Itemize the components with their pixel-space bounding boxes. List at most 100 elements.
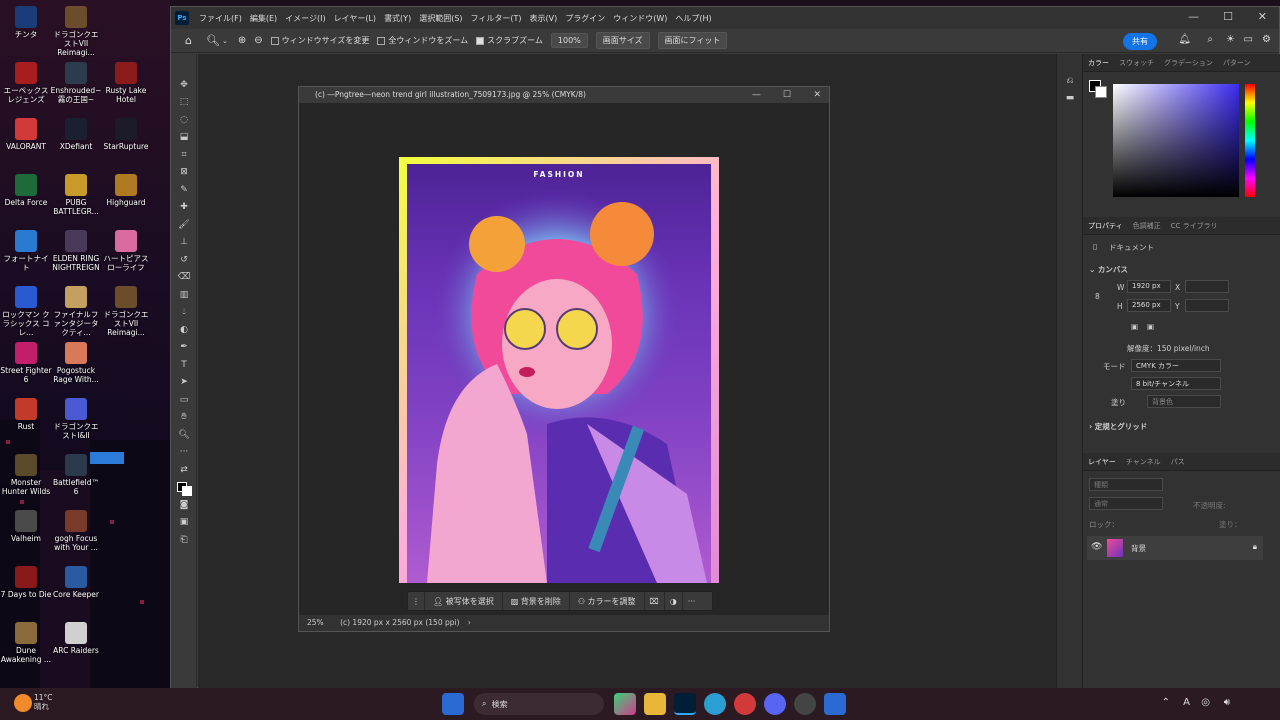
menu-edit[interactable]: 編集(E) [246,13,281,24]
folder-icon[interactable] [644,693,666,715]
desktop-icon[interactable]: Pogostuck Rage With... [50,342,102,384]
select-subject-button[interactable]: 👤︎ 被写体を選択 [425,592,503,610]
home-icon[interactable]: ⌂ [185,34,192,47]
quick-mask-icon[interactable]: ◙ [171,496,197,514]
share-button[interactable]: 共有 [1123,33,1157,50]
tab-swatches[interactable]: スウォッチ [1114,58,1159,68]
stamp-tool-icon[interactable]: ⊥ [171,234,197,252]
maximize-icon[interactable]: ☐ [1223,10,1233,23]
desktop-icon[interactable]: ドラゴンクエストVII Reimagi... [50,6,102,57]
menu-image[interactable]: イメージ(I) [281,13,329,24]
drag-handle-icon[interactable]: ⋮ [408,592,425,610]
photoshop-taskbar-icon[interactable] [674,693,696,715]
desktop-icon[interactable]: gogh Focus with Your ... [50,510,102,552]
copilot-icon[interactable] [614,693,636,715]
menu-layer[interactable]: レイヤー(L) [330,13,380,24]
color-swatches-icon[interactable] [171,479,197,497]
tab-adjustments[interactable]: 色調補正 [1128,221,1166,231]
artwork-canvas[interactable]: FASHION [399,157,719,583]
chevron-right-icon[interactable]: › [468,618,471,627]
start-icon[interactable] [442,693,464,715]
eyedropper-tool-icon[interactable]: ✎ [171,181,197,199]
desktop-icon[interactable]: PUBG BATTLEGR... [50,174,102,216]
path-select-tool-icon[interactable]: ➤ [171,374,197,392]
menu-view[interactable]: 表示(V) [526,13,562,24]
lock-icon[interactable]: 🔒︎ [1253,542,1257,552]
tab-properties[interactable]: プロパティ [1083,221,1128,231]
desktop-icon[interactable]: フォートナイト [0,230,52,272]
desktop-icon[interactable]: StarRupture [100,118,152,151]
zoom-100-button[interactable]: 100% [550,33,588,48]
tray-chevron-icon[interactable]: ⌃ [1162,697,1170,708]
desktop-icon[interactable]: ARC Raiders [50,622,102,655]
tab-paths[interactable]: パス [1166,457,1190,467]
desktop-icon[interactable]: ロックマン クラシックス コレ... [0,286,52,337]
object-select-tool-icon[interactable]: ⬓ [171,129,197,147]
type-tool-icon[interactable]: T [171,356,197,374]
search-box[interactable]: ⌕ 検索 [474,693,604,715]
desktop-icon[interactable]: XDefiant [50,118,102,151]
hue-slider[interactable] [1245,84,1255,197]
tab-gradients[interactable]: グラデーション [1159,58,1218,68]
desktop-icon[interactable]: Monster Hunter Wilds [0,454,52,496]
color-picker-field[interactable] [1113,84,1239,197]
bell-icon[interactable]: 🔔︎ [1178,34,1191,45]
comments-panel-icon[interactable]: ▬ [1057,90,1083,108]
desktop-icon[interactable]: ファイナルファンタジータクティ... [50,286,102,337]
volume-icon[interactable]: 🔊︎ [1224,697,1230,708]
edge-icon[interactable] [704,693,726,715]
zoom-tool-icon[interactable]: 🔍︎ [171,426,197,444]
menu-select[interactable]: 選択範囲(S) [415,13,466,24]
weather-icon[interactable] [14,694,32,712]
settings-icon[interactable]: ⚙ [1262,34,1271,45]
desktop-icon[interactable]: Street Fighter 6 [0,342,52,384]
pen-tool-icon[interactable]: ✒ [171,339,197,357]
menu-filter[interactable]: フィルター(T) [467,13,526,24]
width-field[interactable]: 1920 px [1127,280,1171,293]
layer-filter-select[interactable]: 種類 [1089,478,1163,491]
desktop-icon[interactable]: ELDEN RING NIGHTREIGN [50,230,102,272]
desktop-icon[interactable]: 7 Days to Die [0,566,52,599]
eraser-tool-icon[interactable]: ⌫ [171,269,197,287]
landscape-icon[interactable]: ▣ [1147,322,1154,331]
discover-icon[interactable]: ☀ [1226,34,1235,45]
desktop-icon[interactable]: Highguard [100,174,152,207]
desktop-icon[interactable]: Enshrouded~霧の王国~ [50,62,102,104]
zoom-level[interactable]: 25% [307,618,324,627]
ime-icon[interactable]: A [1183,697,1190,708]
screen-mode-icon[interactable]: ▣ [171,514,197,532]
hand-tool-icon[interactable]: ✋︎ [171,409,197,427]
blur-tool-icon[interactable]: 💧︎ [171,304,197,322]
desktop-icon[interactable]: Core Keeper [50,566,102,599]
desktop-icon[interactable]: ハートピアスローライフ [100,230,152,272]
menu-help[interactable]: ヘルプ(H) [671,13,715,24]
tab-cc-libraries[interactable]: CC ライブラリ [1166,221,1223,231]
desktop-icon[interactable]: ドラゴンクエストVII Reimagi... [100,286,152,337]
zoom-all-windows-option[interactable]: 全ウィンドウをズーム [377,35,468,46]
bit-depth-select[interactable]: 8 bit/チャンネル [1131,377,1221,390]
remove-background-button[interactable]: ▨ 背景を削除 [503,592,570,610]
canvas-section[interactable]: ⌄ カンバス [1089,264,1128,275]
desktop-icon[interactable]: チンタ [0,6,52,39]
gradient-tool-icon[interactable]: ▥ [171,286,197,304]
lasso-tool-icon[interactable]: ◌ [171,111,197,129]
minimize-icon[interactable]: — [1188,10,1199,23]
swap-colors-icon[interactable]: ⇄ [171,461,197,479]
close-icon[interactable]: ✕ [813,87,821,103]
weather-widget[interactable]: 11°C 晴れ [34,693,53,711]
fill-select[interactable]: 背景色 [1147,395,1221,408]
share-tool-icon[interactable]: ⎗ [171,531,197,549]
desktop-icon[interactable]: Valheim [0,510,52,543]
marquee-tool-icon[interactable]: ⬚ [171,94,197,112]
zoom-out-icon[interactable]: ⊖ [254,35,262,46]
adjustment-icon[interactable]: ◑ [665,592,683,610]
height-field[interactable]: 2560 px [1127,299,1171,312]
healing-brush-tool-icon[interactable]: ✚ [171,199,197,217]
steam-icon[interactable] [794,693,816,715]
mode-select[interactable]: CMYK カラー [1131,359,1221,372]
crop-tool-icon[interactable]: ⌗ [171,146,197,164]
zoom-in-icon[interactable]: ⊕ [238,35,246,46]
desktop-icon[interactable]: エーペックスレジェンズ [0,62,52,104]
blend-mode-select[interactable]: 通常 [1089,497,1163,510]
background-swatch[interactable] [1095,86,1107,98]
